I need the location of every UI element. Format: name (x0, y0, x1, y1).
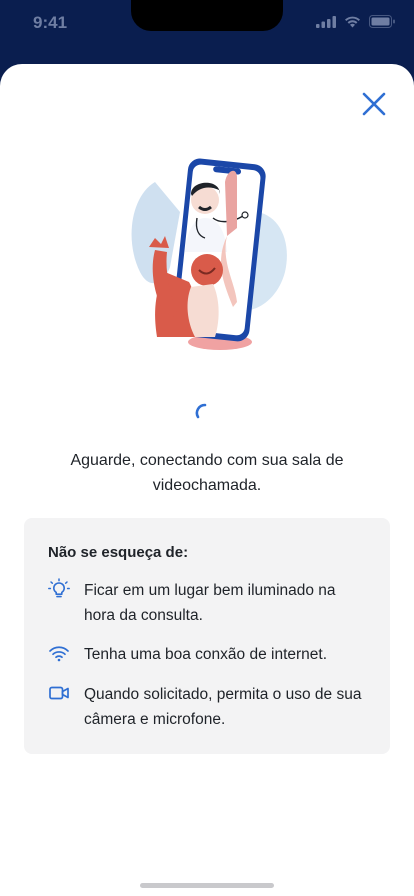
device-notch (131, 0, 283, 31)
video-camera-icon (49, 686, 69, 700)
home-indicator (140, 883, 274, 888)
status-bar: 9:41 (0, 0, 414, 48)
close-icon (362, 92, 386, 116)
status-time: 9:41 (33, 13, 68, 32)
tip-item-lighting: Ficar em um lugar bem iluminado na hora … (48, 578, 368, 628)
status-icons (316, 15, 396, 28)
tip-item-internet: Tenha uma boa conxão de internet. (48, 642, 368, 667)
loading-spinner (195, 403, 207, 419)
tips-title: Não se esqueça de: (48, 544, 189, 561)
signal-icon (316, 15, 336, 28)
tip-text: Quando solicitado, permita o uso de sua … (84, 686, 362, 728)
tips-card: Não se esqueça de: Ficar em um lugar bem… (24, 518, 390, 754)
lightbulb-icon (48, 578, 70, 598)
connecting-message: Aguarde, conectando com sua sala de vide… (70, 452, 344, 494)
battery-icon (369, 15, 395, 28)
tip-text: Ficar em um lugar bem iluminado na hora … (84, 582, 336, 624)
tip-item-camera: Quando solicitado, permita o uso de sua … (48, 682, 368, 732)
wifi-icon (49, 646, 69, 662)
video-call-connecting-sheet: Aguarde, conectando com sua sala de vide… (0, 64, 414, 896)
doctor-video-call-illustration (131, 158, 287, 350)
wifi-status-icon (345, 16, 360, 27)
close-button[interactable] (360, 90, 388, 118)
tip-text: Tenha uma boa conxão de internet. (84, 646, 328, 663)
